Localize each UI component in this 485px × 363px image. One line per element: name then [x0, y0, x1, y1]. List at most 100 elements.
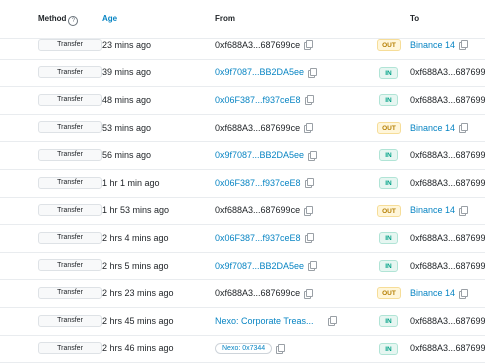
- copy-icon[interactable]: [276, 343, 286, 354]
- method-badge: Transfer: [38, 93, 102, 106]
- age-cell: 2 hrs 4 mins ago: [102, 232, 169, 243]
- to-address: 0xf688A3...687699c: [410, 67, 485, 78]
- from-cell: 0x9f7087...BB2DA5ee: [215, 141, 318, 169]
- age-cell: 53 mins ago: [102, 122, 152, 133]
- direction-badge: OUT: [377, 121, 401, 134]
- direction-badge: OUT: [377, 39, 401, 51]
- to-address[interactable]: Binance 14: [410, 40, 455, 50]
- from-address[interactable]: Nexo: 0x7344: [215, 342, 273, 354]
- to-cell: Binance 14: [410, 197, 469, 225]
- copy-icon[interactable]: [327, 316, 337, 327]
- from-cell: 0x9f7087...BB2DA5ee: [215, 252, 318, 280]
- from-address[interactable]: 0x06F387...f937ceE8: [215, 95, 301, 105]
- copy-icon[interactable]: [304, 95, 314, 106]
- copy-icon[interactable]: [304, 123, 314, 134]
- age-cell: 2 hrs 23 mins ago: [102, 288, 174, 299]
- table-row: Transfer 2 hrs 45 mins ago Nexo: Corporate…: [0, 307, 485, 336]
- table-row: Transfer 56 mins ago 0x9f7087...BB2DA5ee IN…: [0, 141, 485, 170]
- to-address: 0xf688A3...687699c: [410, 232, 485, 243]
- copy-icon[interactable]: [304, 288, 314, 299]
- to-address[interactable]: Binance 14: [410, 205, 455, 215]
- to-cell: 0xf688A3...687699c: [410, 335, 485, 363]
- from-address[interactable]: Nexo: Corporate Treas...: [215, 316, 314, 326]
- table-row: Transfer 53 mins ago 0xf688A3...687699ce OU…: [0, 114, 485, 143]
- to-cell: Binance 14: [410, 31, 469, 59]
- copy-icon[interactable]: [304, 233, 314, 244]
- method-badge: Transfer: [38, 66, 102, 79]
- from-cell: 0xf688A3...687699ce: [215, 279, 314, 307]
- to-cell: 0xf688A3...687699c: [410, 86, 485, 114]
- table-row: Transfer 2 hrs 46 mins ago Nexo: 0x7344 IN 0…: [0, 335, 485, 363]
- from-address[interactable]: 0x9f7087...BB2DA5ee: [215, 261, 304, 271]
- from-cell: 0xf688A3...687699ce: [215, 114, 314, 142]
- age-cell: 39 mins ago: [102, 67, 152, 78]
- table-row: Transfer 23 mins ago 0xf688A3...687699ce OU…: [0, 31, 485, 60]
- copy-icon[interactable]: [304, 205, 314, 216]
- from-address[interactable]: 0x06F387...f937ceE8: [215, 178, 301, 188]
- method-badge: Transfer: [38, 176, 102, 189]
- table-row: Transfer 39 mins ago 0x9f7087...BB2DA5ee IN…: [0, 59, 485, 88]
- table-row: Transfer 2 hrs 5 mins ago 0x9f7087...BB2DA…: [0, 252, 485, 281]
- copy-icon[interactable]: [459, 205, 469, 216]
- age-cell: 2 hrs 5 mins ago: [102, 260, 169, 271]
- method-badge: Transfer: [38, 121, 102, 134]
- direction-badge: IN: [379, 232, 398, 245]
- method-header-label: Method: [38, 14, 67, 23]
- method-badge: Transfer: [38, 342, 102, 355]
- to-cell: 0xf688A3...687699c: [410, 307, 485, 335]
- direction-badge: IN: [379, 94, 398, 107]
- method-badge: Transfer: [38, 314, 102, 327]
- copy-icon[interactable]: [459, 288, 469, 299]
- age-cell: 1 hr 1 min ago: [102, 177, 160, 188]
- direction-badge: OUT: [377, 204, 401, 217]
- from-cell: 0xf688A3...687699ce: [215, 197, 314, 225]
- method-badge: Transfer: [38, 148, 102, 161]
- from-address: 0xf688A3...687699ce: [215, 39, 301, 50]
- copy-icon[interactable]: [308, 261, 318, 272]
- age-cell: 56 mins ago: [102, 150, 152, 161]
- to-cell: 0xf688A3...687699c: [410, 59, 485, 87]
- from-address[interactable]: 0x9f7087...BB2DA5ee: [215, 67, 304, 77]
- from-address: 0xf688A3...687699ce: [215, 205, 301, 216]
- age-cell: 2 hrs 46 mins ago: [102, 343, 174, 354]
- direction-badge: OUT: [377, 287, 401, 300]
- copy-icon[interactable]: [304, 40, 314, 51]
- from-cell: 0xf688A3...687699ce: [215, 31, 314, 59]
- table-row: Transfer 2 hrs 4 mins ago 0x06F387...f937c…: [0, 224, 485, 253]
- from-address[interactable]: 0x06F387...f937ceE8: [215, 233, 301, 243]
- copy-icon[interactable]: [459, 123, 469, 134]
- direction-badge: IN: [379, 149, 398, 162]
- direction-badge: IN: [379, 315, 398, 327]
- to-address[interactable]: Binance 14: [410, 288, 455, 298]
- from-cell: Nexo: Corporate Treas...: [215, 307, 337, 335]
- to-cell: Binance 14: [410, 279, 469, 307]
- to-address: 0xf688A3...687699c: [410, 315, 485, 326]
- to-address: 0xf688A3...687699c: [410, 150, 485, 161]
- age-cell: 48 mins ago: [102, 94, 152, 105]
- method-badge: Transfer: [38, 231, 102, 244]
- question-circle-icon[interactable]: ?: [68, 16, 79, 26]
- copy-icon[interactable]: [304, 178, 314, 189]
- copy-icon[interactable]: [308, 67, 318, 78]
- table-row: Transfer 2 hrs 23 mins ago 0xf688A3...6876…: [0, 279, 485, 308]
- method-column-header: Method?: [38, 14, 79, 26]
- method-badge: Transfer: [38, 204, 102, 217]
- method-badge: Transfer: [38, 286, 102, 299]
- table-row: Transfer 1 hr 53 mins ago 0xf688A3...68769…: [0, 197, 485, 226]
- direction-badge: IN: [379, 177, 398, 189]
- from-cell: 0x06F387...f937ceE8: [215, 224, 314, 252]
- copy-icon[interactable]: [308, 150, 318, 161]
- to-address: 0xf688A3...687699c: [410, 177, 485, 188]
- to-cell: 0xf688A3...687699c: [410, 169, 485, 197]
- from-cell: 0x06F387...f937ceE8: [215, 169, 314, 197]
- from-address[interactable]: 0x9f7087...BB2DA5ee: [215, 150, 304, 160]
- to-address: 0xf688A3...687699c: [410, 260, 485, 271]
- to-address[interactable]: Binance 14: [410, 123, 455, 133]
- copy-icon[interactable]: [459, 40, 469, 51]
- from-address: 0xf688A3...687699ce: [215, 122, 301, 133]
- from-cell: 0x9f7087...BB2DA5ee: [215, 59, 318, 87]
- age-column-header[interactable]: Age: [102, 14, 117, 23]
- from-cell: 0x06F387...f937ceE8: [215, 86, 314, 114]
- to-cell: 0xf688A3...687699c: [410, 224, 485, 252]
- from-address: 0xf688A3...687699ce: [215, 288, 301, 299]
